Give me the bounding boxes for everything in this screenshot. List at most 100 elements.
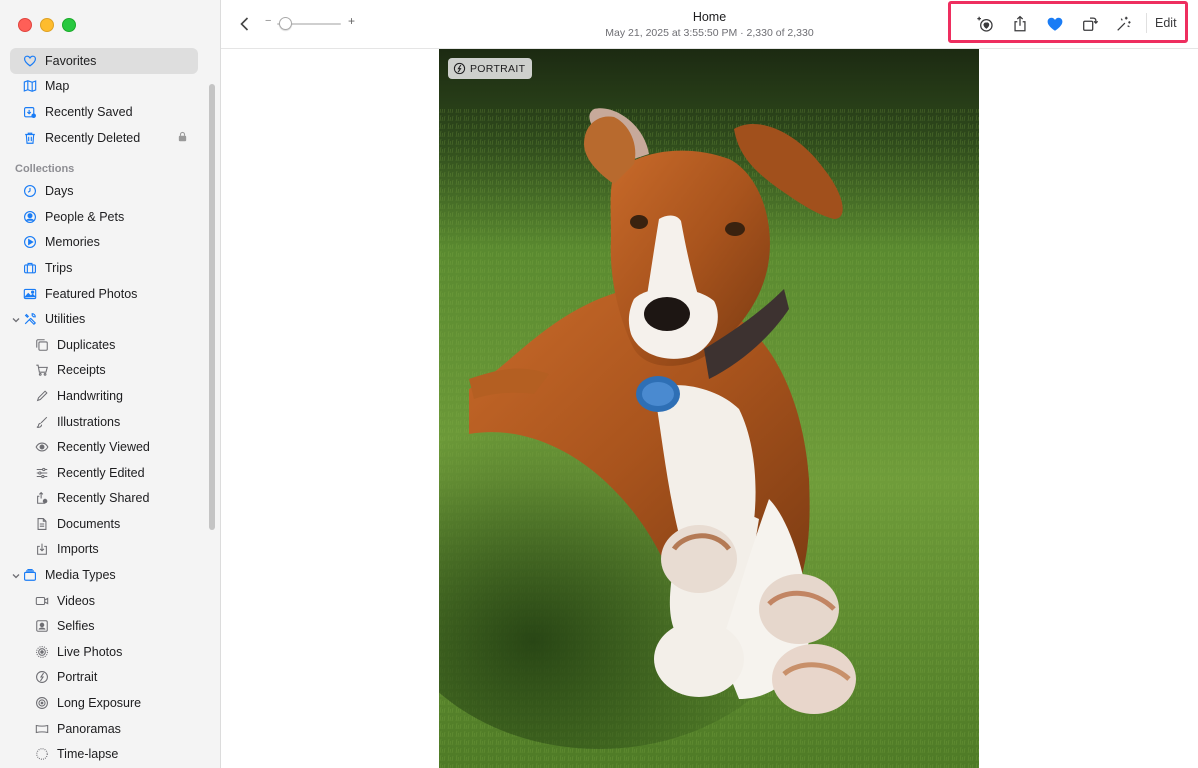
sidebar-item-label: Recently Edited [57, 465, 145, 480]
photo-icon [22, 286, 38, 302]
sidebar-item-people-pets[interactable]: People & Pets [0, 204, 210, 230]
close-window-button[interactable] [18, 18, 32, 32]
panorama-icon [34, 721, 50, 737]
sidebar-item-memories[interactable]: Memories [0, 230, 210, 256]
chevron-down-icon[interactable] [11, 314, 21, 324]
sidebar-item-documents[interactable]: Documents [0, 511, 210, 537]
share-button[interactable] [1009, 13, 1031, 35]
sidebar-scrollbar[interactable] [209, 84, 215, 530]
zoom-in-label: + [347, 14, 355, 28]
auto-enhance-pet-button[interactable] [974, 13, 996, 35]
rotate-icon [1083, 17, 1099, 31]
recently-saved-icon [22, 104, 38, 120]
sidebar-item-recently-edited[interactable]: Recently Edited [0, 460, 210, 486]
sidebar-item-panoramas[interactable]: Panoramas [0, 716, 210, 742]
back-button[interactable] [235, 14, 255, 34]
sidebar-item-label: Illustrations [57, 414, 121, 429]
sidebar-item-recently-saved[interactable]: Recently Saved [0, 99, 210, 125]
minimize-window-button[interactable] [40, 18, 54, 32]
sidebar-item-label: Videos [57, 593, 95, 608]
sidebar-item-handwriting[interactable]: Handwriting [0, 383, 210, 409]
magic-wand-button[interactable] [1113, 13, 1135, 35]
eye-icon [34, 439, 50, 455]
tools-icon [22, 311, 38, 327]
shared-icon [34, 490, 50, 506]
pencil-icon [34, 388, 50, 404]
sidebar-item-trips[interactable]: Trips [0, 255, 210, 281]
rotate-button[interactable] [1079, 13, 1101, 35]
sidebar-list: Favorites Map Recently Saved Recently De… [0, 48, 210, 767]
sidebar-item-label: Media Types [45, 568, 116, 583]
suitcase-icon [22, 260, 38, 276]
sidebar-item-duplicates[interactable]: Duplicates [0, 332, 210, 358]
import-icon [34, 541, 50, 557]
sidebar-item-favorites[interactable]: Favorites [0, 48, 210, 74]
share-icon [1014, 15, 1026, 32]
cart-icon [34, 362, 50, 378]
sidebar-item-label: Handwriting [57, 388, 124, 403]
memories-icon [22, 234, 38, 250]
portrait-bolt-icon [453, 62, 466, 75]
sidebar-item-label: Recently Viewed [57, 440, 150, 455]
photos-window: Favorites Map Recently Saved Recently De… [0, 0, 1198, 768]
chevron-down-icon[interactable] [11, 570, 21, 580]
video-icon [34, 593, 50, 609]
duplicates-icon [34, 337, 50, 353]
sidebar-item-map[interactable]: Map [0, 74, 210, 100]
sidebar-item-label: Memories [45, 235, 100, 250]
sliders-icon [34, 465, 50, 481]
sidebar-section-collections: Collections [15, 163, 75, 176]
map-icon [22, 78, 38, 94]
toolbar-actions-highlight: Edit [948, 1, 1188, 43]
selfie-icon [34, 618, 50, 634]
edit-button[interactable]: Edit [1155, 16, 1177, 30]
heart-icon [22, 53, 38, 69]
sidebar-item-illustrations[interactable]: Illustrations [0, 409, 210, 435]
sidebar-item-imports[interactable]: Imports [0, 537, 210, 563]
sidebar-item-label: Time-lapse [57, 747, 119, 762]
sidebar-item-days[interactable]: Days [0, 178, 210, 204]
person-circle-icon [22, 209, 38, 225]
sidebar-item-videos[interactable]: Videos [0, 588, 210, 614]
sidebar-item-label: People & Pets [45, 209, 125, 224]
sidebar-item-label: Favorites [45, 53, 97, 68]
photo[interactable]: PORTRAIT [439, 49, 979, 768]
toolbar-separator [1146, 13, 1147, 33]
sidebar-item-long-exposure[interactable]: Long Exposure [0, 690, 210, 716]
sidebar-item-recently-shared[interactable]: Recently Shared [0, 486, 210, 512]
sidebar-item-label: Trips [45, 260, 73, 275]
sidebar-item-portrait[interactable]: Portrait [0, 665, 210, 691]
sidebar-item-label: Panoramas [57, 721, 121, 736]
portrait-badge[interactable]: PORTRAIT [448, 58, 533, 79]
sidebar-item-label: Documents [57, 516, 121, 531]
sidebar-item-label: Live Photos [57, 644, 123, 659]
sidebar-item-label: Recently Deleted [45, 130, 141, 145]
sidebar-item-media-types[interactable]: Media Types [0, 562, 210, 588]
long-exposure-icon [34, 695, 50, 711]
sidebar-item-receipts[interactable]: Receipts [0, 358, 210, 384]
heart-filled-icon [1047, 17, 1063, 31]
sidebar-item-recently-viewed[interactable]: Recently Viewed [0, 434, 210, 460]
zoom-slider[interactable]: − + [265, 14, 355, 31]
sparkle-pet-icon [977, 16, 993, 32]
timelapse-icon [34, 746, 50, 762]
magic-wand-icon [1117, 16, 1131, 31]
sidebar-item-utilities[interactable]: Utilities [0, 306, 210, 332]
window-controls [18, 18, 76, 32]
trash-icon [22, 130, 38, 146]
clock-icon [22, 183, 38, 199]
dog-photo-image [439, 49, 979, 768]
brush-icon [34, 414, 50, 430]
chevron-left-icon [240, 17, 249, 31]
sidebar-item-label: Days [45, 184, 74, 199]
favorite-button[interactable] [1044, 13, 1066, 35]
sidebar-item-recently-deleted[interactable]: Recently Deleted [0, 125, 210, 151]
zoom-window-button[interactable] [62, 18, 76, 32]
sidebar-item-featured-photos[interactable]: Featured Photos [0, 281, 210, 307]
sidebar-item-time-lapse[interactable]: Time-lapse [0, 741, 210, 767]
zoom-slider-thumb[interactable] [279, 17, 292, 30]
sidebar-item-live-photos[interactable]: Live Photos [0, 639, 210, 665]
sidebar-item-label: Long Exposure [57, 696, 142, 711]
sidebar-item-selfies[interactable]: Selfies [0, 613, 210, 639]
sidebar-item-label: Duplicates [57, 337, 116, 352]
